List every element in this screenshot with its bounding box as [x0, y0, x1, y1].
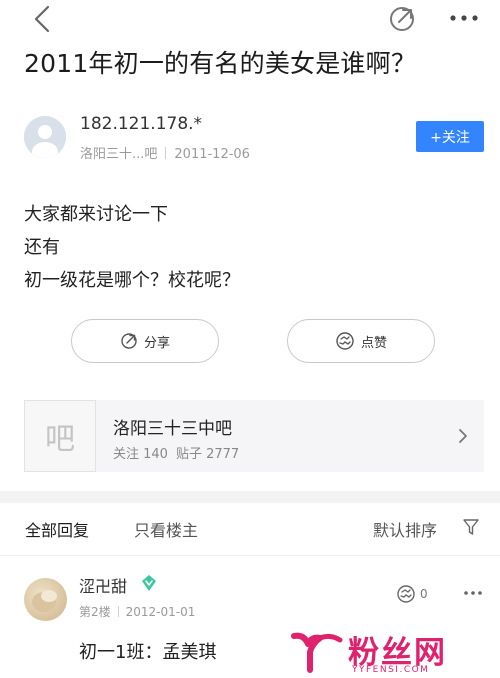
post-body-line: 大家都来讨论一下 [24, 204, 168, 225]
like-label: 点赞 [360, 335, 387, 351]
section-divider [0, 491, 500, 503]
forum-stats: 关注 140 贴子 2777 [113, 443, 239, 462]
more-icon[interactable] [463, 590, 483, 596]
forum-logo: 吧 [24, 400, 96, 472]
post-body: 大家都来讨论一下 还有 初一级花是哪个？校花呢？ [24, 198, 240, 297]
filter-icon[interactable] [462, 517, 480, 537]
reply-avatar[interactable] [24, 578, 67, 621]
like-button[interactable]: 点赞 [287, 319, 435, 363]
forum-name: 洛阳三十三中吧 [113, 419, 232, 439]
share-icon[interactable] [387, 4, 417, 34]
reply-like-count: 0 [420, 587, 428, 601]
meta-divider [117, 606, 119, 617]
vip-badge-icon [142, 575, 156, 591]
back-icon[interactable] [30, 4, 56, 34]
reply-meta: 第2楼 2012-01-01 [79, 603, 195, 620]
tab-all-replies[interactable]: 全部回复 [25, 517, 89, 541]
share-label: 分享 [143, 335, 170, 351]
post-date: 2011-12-06 [174, 147, 250, 162]
forum-posts: 贴子 2777 [175, 447, 240, 462]
watermark-logo-icon [291, 632, 343, 673]
reply-like-button[interactable]: 0 [396, 584, 428, 604]
more-icon[interactable] [447, 8, 481, 28]
reply-date: 2012-01-01 [125, 605, 196, 619]
site-watermark: 粉丝网 YYFENSI.COM [290, 630, 495, 675]
reply-content: 初一1班：孟美琪 [79, 642, 217, 663]
tab-op-only[interactable]: 只看楼主 [134, 517, 198, 541]
like-icon [336, 332, 354, 350]
forum-followers: 关注 140 [113, 447, 168, 462]
author-forum[interactable]: 洛阳三十...吧 [80, 147, 157, 162]
follow-button[interactable]: +关注 [416, 121, 484, 152]
avatar-image [32, 590, 57, 612]
post-title: 2011年初一的有名的美女是谁啊？ [24, 49, 417, 78]
chevron-right-icon [459, 429, 467, 443]
reply-floor: 第2楼 [79, 605, 111, 619]
share-icon [121, 333, 137, 349]
author-name[interactable]: 182.121.178.* [80, 114, 202, 134]
author-meta: 洛阳三十...吧 2011-12-06 [80, 143, 250, 162]
avatar[interactable] [24, 116, 66, 158]
like-icon [397, 585, 415, 603]
default-avatar-icon [24, 116, 66, 158]
top-bar [0, 0, 500, 40]
watermark-domain: YYFENSI.COM [352, 665, 430, 675]
tabs-divider [0, 555, 500, 556]
forum-card[interactable]: 吧 洛阳三十三中吧 关注 140 贴子 2777 [24, 400, 484, 472]
sort-button[interactable]: 默认排序 [373, 517, 437, 541]
post-body-line: 还有 [24, 237, 60, 258]
post-body-line: 初一级花是哪个？校花呢？ [24, 270, 240, 291]
share-button[interactable]: 分享 [71, 319, 219, 363]
reply-author-name[interactable]: 涩卍甜 [79, 573, 127, 597]
meta-divider [165, 147, 167, 159]
